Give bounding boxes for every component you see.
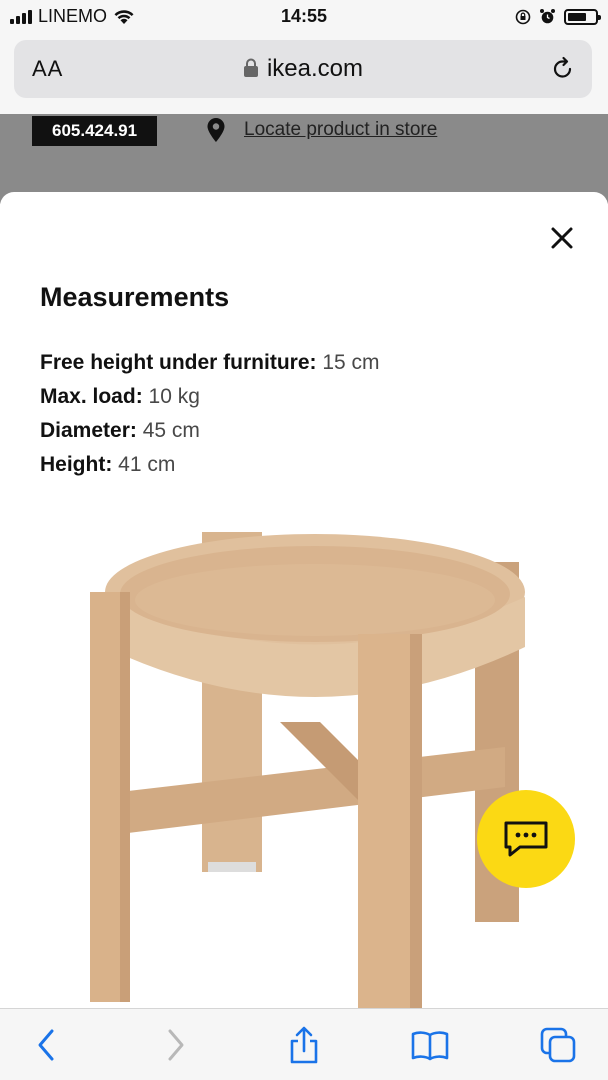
tabs-icon	[540, 1027, 576, 1063]
spec-value: 41 cm	[112, 453, 176, 476]
article-number: 605.424.91	[32, 116, 158, 146]
spec-value: 15 cm	[316, 351, 380, 374]
chat-button[interactable]	[477, 790, 575, 888]
spec-label: Height:	[40, 453, 113, 476]
spec-label: Free height under furniture:	[40, 351, 317, 374]
spec-free-height: Free height under furniture: 15 cm	[40, 346, 380, 380]
chat-icon	[504, 821, 548, 857]
tabs-button[interactable]	[538, 1025, 578, 1065]
close-icon[interactable]	[548, 224, 576, 252]
browser-toolbar	[0, 1008, 608, 1080]
location-pin-icon	[207, 118, 225, 142]
reload-icon[interactable]	[550, 56, 576, 82]
spec-height: Height: 41 cm	[40, 448, 380, 482]
product-image	[90, 532, 525, 1012]
chevron-left-icon	[38, 1029, 54, 1061]
spec-value: 10 kg	[142, 385, 200, 408]
spec-diameter: Diameter: 45 cm	[40, 414, 380, 448]
share-icon	[290, 1026, 318, 1064]
locate-in-store-link[interactable]: Locate product in store	[244, 119, 437, 141]
bookmarks-button[interactable]	[410, 1025, 450, 1065]
orientation-lock-icon	[515, 9, 531, 24]
alarm-icon	[540, 9, 555, 24]
spec-label: Max. load:	[40, 385, 143, 408]
dimmed-page-overlay: 605.424.91 Locate product in store	[0, 114, 608, 204]
sheet-title: Measurements	[40, 282, 230, 312]
url-display[interactable]: ikea.com	[14, 55, 592, 83]
status-icons	[515, 8, 601, 25]
forward-button[interactable]	[156, 1025, 196, 1065]
back-button[interactable]	[26, 1025, 66, 1065]
url-text: ikea.com	[266, 55, 364, 82]
spec-value: 45 cm	[136, 419, 200, 442]
status-bar: LINEMO 14:55	[0, 0, 608, 36]
browser-address-area: AA ikea.com	[0, 36, 608, 114]
spec-max-load: Max. load: 10 kg	[40, 380, 380, 414]
lock-icon	[243, 58, 258, 77]
spec-label: Diameter:	[40, 419, 137, 442]
measurements-sheet: Measurements Free height under furniture…	[0, 192, 608, 1012]
battery-icon	[564, 8, 601, 25]
share-button[interactable]	[284, 1025, 324, 1065]
chevron-right-icon	[168, 1029, 184, 1061]
spec-list: Free height under furniture: 15 cm Max. …	[40, 346, 380, 482]
book-icon	[411, 1031, 449, 1061]
address-bar[interactable]: AA ikea.com	[14, 40, 592, 98]
